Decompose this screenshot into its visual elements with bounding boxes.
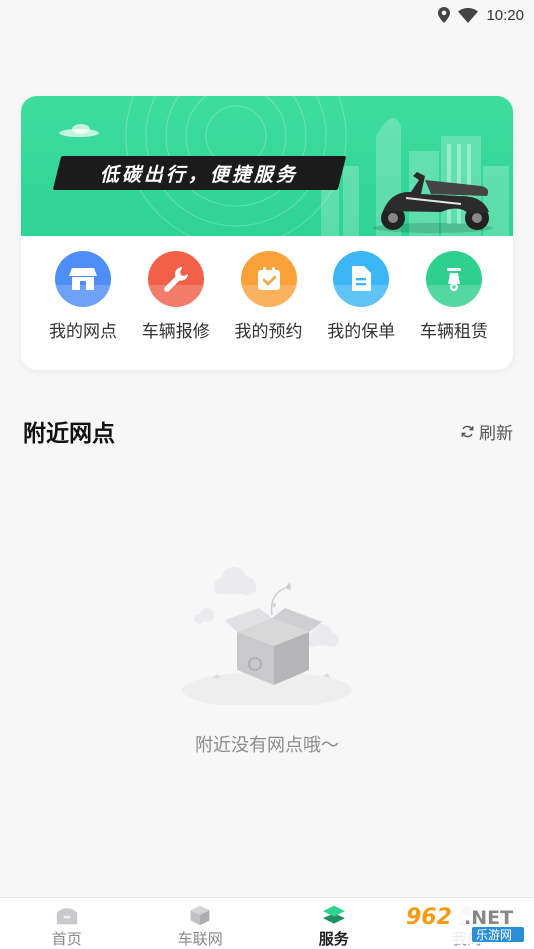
tab-label: 服务 [318,930,349,948]
calendar-check-icon [240,251,297,307]
layers-icon [322,905,345,924]
wrench-icon [147,251,204,307]
tab-connected-car[interactable]: 车联网 [134,898,268,949]
shortcut-label: 我的网点 [49,322,117,342]
empty-box-illustration [182,567,352,705]
promo-banner[interactable]: 低碳出行，便捷服务 [21,96,513,236]
svg-text:962: 962 [406,905,452,930]
empty-state: 附近没有网点哦～ [0,560,534,757]
svg-text:乐游网: 乐游网 [476,928,512,942]
shortcut-label: 车辆租赁 [420,322,488,342]
status-time: 10:20 [486,6,524,24]
watermark-logo: 962 .NET 乐游网 [398,898,528,946]
shortcut-appointments[interactable]: 我的预约 [223,251,315,342]
store-icon [55,251,111,307]
section-title: 附近网点 [23,421,115,447]
tab-label: 首页 [51,930,82,948]
shortcut-label: 车辆报修 [141,322,210,342]
location-icon [438,7,451,23]
nearby-header: 附近网点 刷新 [23,414,513,448]
shortcut-policies[interactable]: 我的保单 [315,251,407,342]
shortcut-rental[interactable]: 车辆租赁 [408,251,500,342]
shortcut-row: 我的网点 车辆报修 我的预约 我的保单 车辆租赁 [21,251,513,342]
shortcut-label: 我的预约 [234,322,303,342]
scooter-icon [426,251,482,307]
shortcut-label: 我的保单 [327,322,396,342]
cube-icon [190,905,210,926]
shortcut-my-outlets[interactable]: 我的网点 [37,251,129,342]
wifi-icon [458,7,479,23]
banner-slogan: 低碳出行，便捷服务 [52,156,347,190]
status-bar: 10:20 [0,0,534,30]
refresh-label: 刷新 [479,423,513,444]
tab-home[interactable]: 首页 [0,898,134,949]
refresh-icon [461,425,474,437]
refresh-button[interactable]: 刷新 [461,419,513,444]
tab-service[interactable]: 服务 [267,898,401,949]
svg-text:.NET: .NET [464,907,513,929]
tab-label: 车联网 [177,930,223,948]
home-icon [56,908,77,925]
empty-message: 附近没有网点哦～ [195,735,339,756]
shortcut-repair[interactable]: 车辆报修 [130,251,222,342]
service-card: 低碳出行，便捷服务 我的网点 车辆报修 我的预约 我的保单 车辆租赁 [21,96,513,370]
document-icon [333,251,390,307]
